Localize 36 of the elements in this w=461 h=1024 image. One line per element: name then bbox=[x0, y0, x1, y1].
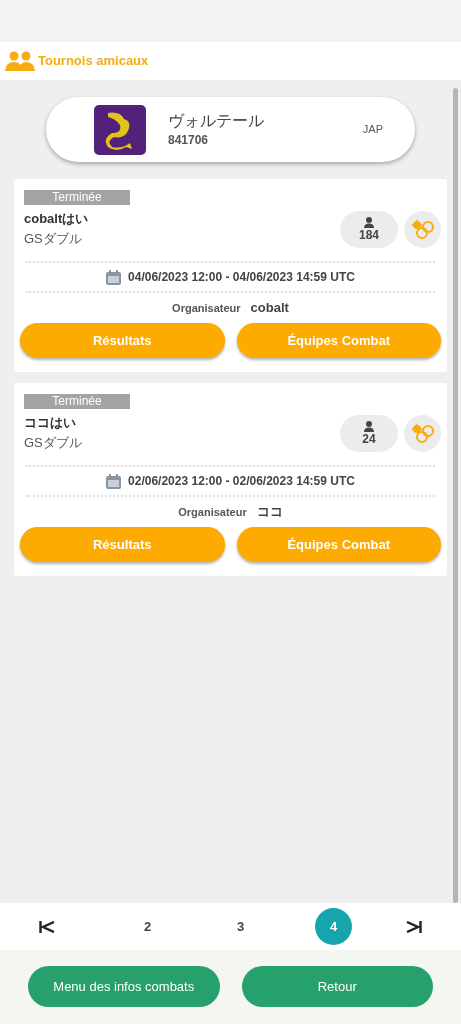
calendar-icon bbox=[106, 269, 122, 285]
organizer-label: Organisateur bbox=[172, 300, 241, 316]
page-button[interactable]: 2 bbox=[129, 908, 166, 945]
player-name: ヴォルテール bbox=[168, 110, 265, 131]
format-label: GSダブル bbox=[24, 433, 83, 452]
player-count: 184 bbox=[359, 227, 379, 242]
date-range: 02/06/2023 12:00 - 02/06/2023 14:59 UTC bbox=[128, 473, 355, 490]
format-label: GSダブル bbox=[24, 229, 83, 248]
player-id: 841706 bbox=[168, 131, 210, 149]
page-button[interactable]: 3 bbox=[222, 908, 259, 945]
organizer-name: cobalt bbox=[250, 299, 289, 318]
teams-button[interactable]: Équipes Combat bbox=[236, 323, 441, 358]
last-page-icon bbox=[406, 920, 422, 933]
page-title: Tournois amicaux bbox=[38, 52, 149, 71]
first-page-icon bbox=[39, 920, 55, 933]
page-button[interactable]: 4 bbox=[315, 908, 352, 945]
status-label: Terminée bbox=[24, 394, 130, 409]
person-icon bbox=[364, 216, 374, 228]
date-range: 04/06/2023 12:00 - 04/06/2023 14:59 UTC bbox=[128, 269, 355, 286]
organizer-name: ココ bbox=[256, 503, 283, 522]
person-icon bbox=[364, 420, 374, 432]
player-count: 24 bbox=[362, 431, 376, 446]
tournament-title: ココはい bbox=[24, 414, 77, 432]
teams-button[interactable]: Équipes Combat bbox=[236, 527, 441, 562]
results-button[interactable]: Résultats bbox=[20, 527, 225, 562]
organizer-label: Organisateur bbox=[178, 504, 247, 520]
sun-ball-icon bbox=[410, 219, 435, 239]
sun-ball-icon bbox=[410, 423, 435, 443]
battle-info-menu-button[interactable]: Menu des infos combats bbox=[28, 966, 220, 1007]
region-label: JAP bbox=[362, 122, 383, 138]
people-icon bbox=[5, 51, 35, 71]
back-button[interactable]: Retour bbox=[241, 966, 433, 1007]
calendar-icon bbox=[106, 473, 122, 489]
tournament-title: cobaltはい bbox=[24, 210, 90, 228]
results-button[interactable]: Résultats bbox=[20, 323, 225, 358]
status-label: Terminée bbox=[24, 190, 130, 205]
